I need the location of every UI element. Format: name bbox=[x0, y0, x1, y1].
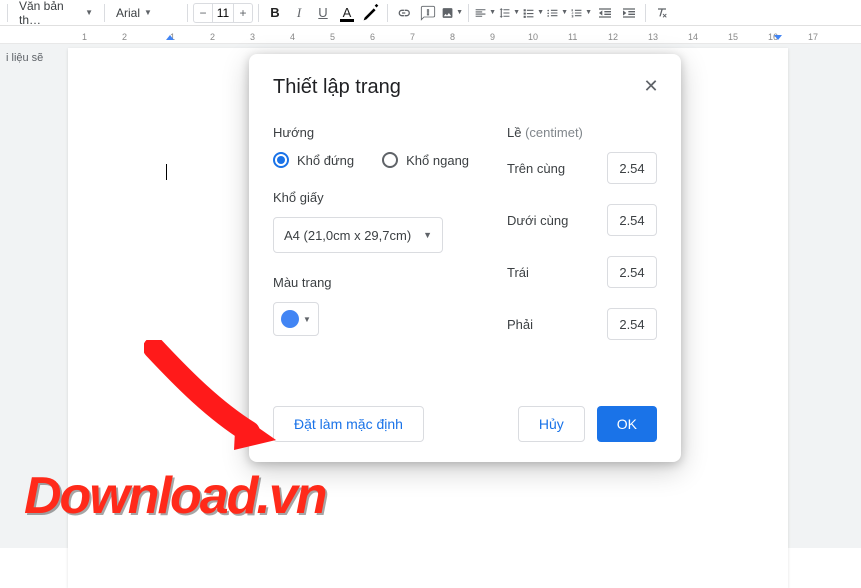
margin-top-input[interactable] bbox=[607, 152, 657, 184]
orientation-landscape-radio[interactable]: Khổ ngang bbox=[382, 152, 469, 168]
ok-button[interactable]: OK bbox=[597, 406, 657, 442]
page-color-button[interactable]: ▼ bbox=[273, 302, 319, 336]
orientation-portrait-radio[interactable]: Khổ đứng bbox=[273, 152, 354, 168]
paper-size-select[interactable]: A4 (21,0cm x 29,7cm) ▼ bbox=[273, 217, 443, 253]
margin-bottom-label: Dưới cùng bbox=[507, 213, 568, 228]
margin-top-label: Trên cùng bbox=[507, 161, 565, 176]
close-icon[interactable]: ✕ bbox=[639, 74, 663, 98]
margin-left-input[interactable] bbox=[607, 256, 657, 288]
radio-icon bbox=[382, 152, 398, 168]
radio-label: Khổ đứng bbox=[297, 153, 354, 168]
set-default-button[interactable]: Đặt làm mặc định bbox=[273, 406, 424, 442]
orientation-label: Hướng bbox=[273, 125, 473, 140]
margins-label: Lề (centimet) bbox=[507, 125, 657, 140]
margin-left-label: Trái bbox=[507, 265, 529, 280]
cancel-button[interactable]: Hủy bbox=[518, 406, 585, 442]
radio-icon bbox=[273, 152, 289, 168]
paper-size-label: Khổ giấy bbox=[273, 190, 473, 205]
paper-size-value: A4 (21,0cm x 29,7cm) bbox=[284, 228, 411, 243]
color-swatch bbox=[281, 310, 299, 328]
chevron-down-icon: ▼ bbox=[303, 315, 311, 324]
margin-right-input[interactable] bbox=[607, 308, 657, 340]
margin-bottom-input[interactable] bbox=[607, 204, 657, 236]
page-color-label: Màu trang bbox=[273, 275, 473, 290]
radio-label: Khổ ngang bbox=[406, 153, 469, 168]
dialog-title: Thiết lập trang bbox=[273, 76, 657, 99]
margin-right-label: Phải bbox=[507, 317, 533, 332]
chevron-down-icon: ▼ bbox=[423, 230, 432, 240]
page-setup-dialog: Thiết lập trang ✕ Hướng Khổ đứng Khổ nga… bbox=[249, 54, 681, 462]
